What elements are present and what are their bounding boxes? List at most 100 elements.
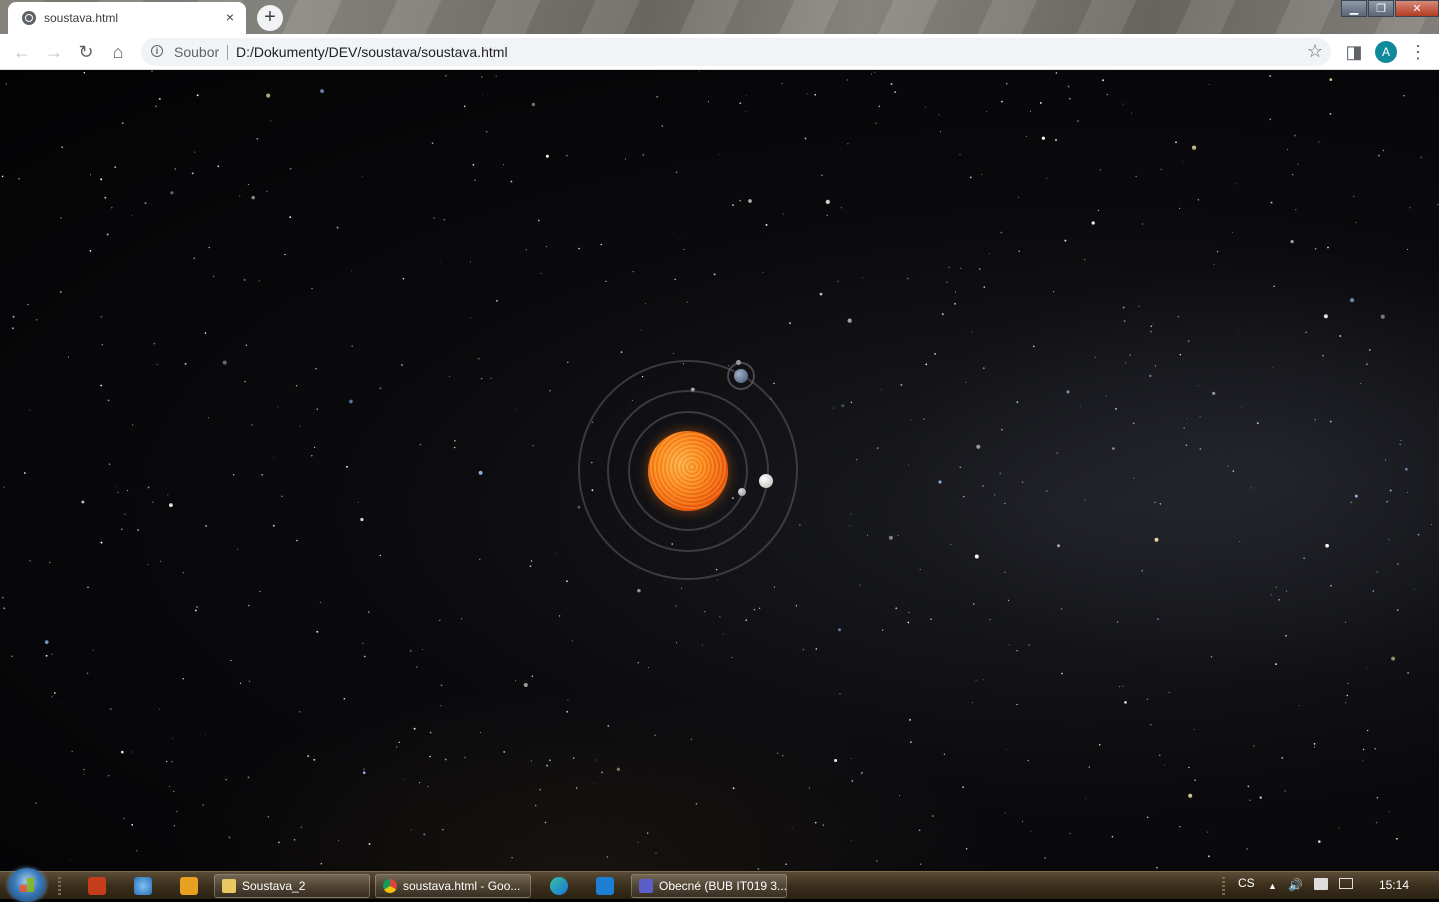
star	[278, 841, 280, 844]
star	[205, 734, 206, 735]
star	[1246, 848, 1249, 850]
info-icon[interactable]: i	[151, 45, 163, 57]
star	[545, 154, 549, 158]
star	[981, 173, 983, 175]
star	[1179, 207, 1181, 209]
star	[732, 204, 734, 207]
taskbar-button-folder[interactable]: Soustava_2	[214, 874, 370, 898]
star	[137, 529, 140, 531]
bookmark-star-icon[interactable]: ☆	[1307, 41, 1323, 62]
forward-arrow-icon[interactable]: →	[42, 40, 66, 64]
action-center-flag-icon[interactable]	[1314, 878, 1328, 890]
network-icon[interactable]	[1339, 878, 1353, 889]
star	[624, 158, 626, 160]
star	[289, 167, 292, 170]
language-indicator[interactable]: CS	[1238, 876, 1255, 890]
star	[1362, 760, 1364, 762]
taskbar-button-teams[interactable]: Obecné (BUB IT019 3...	[631, 874, 787, 898]
side-panel-icon[interactable]: ◨	[1342, 40, 1366, 64]
star	[83, 773, 85, 775]
star	[1354, 494, 1358, 498]
minimize-button[interactable]: ▁	[1341, 0, 1367, 17]
star	[1431, 523, 1433, 525]
star	[1000, 231, 1003, 234]
star	[954, 291, 957, 293]
teams-icon	[639, 879, 653, 893]
star	[1026, 135, 1028, 137]
star	[825, 199, 830, 205]
star	[781, 82, 783, 85]
star	[1409, 207, 1411, 209]
star	[1007, 599, 1010, 602]
media-player-icon[interactable]	[180, 877, 198, 895]
menu-kebab-icon[interactable]: ⋮	[1406, 40, 1430, 64]
star	[121, 122, 124, 124]
star	[256, 137, 259, 140]
star	[239, 195, 241, 197]
scheme-label: Soubor	[174, 44, 220, 60]
star	[1313, 743, 1316, 745]
star	[1067, 85, 1070, 88]
star	[1375, 821, 1378, 824]
star	[534, 804, 537, 807]
close-window-button[interactable]: ✕	[1395, 0, 1439, 17]
start-button[interactable]	[8, 868, 46, 902]
show-hidden-icons-icon[interactable]: ▲	[1268, 881, 1277, 891]
star	[655, 852, 657, 854]
star	[637, 588, 641, 593]
address-bar[interactable]: i Soubor D:/Dokumenty/DEV/soustava/soust…	[141, 38, 1331, 66]
star	[1314, 248, 1317, 250]
star	[172, 738, 174, 740]
star	[281, 495, 283, 498]
star	[1269, 75, 1272, 77]
home-icon[interactable]: ⌂	[106, 40, 130, 64]
star	[3, 486, 5, 488]
star	[745, 619, 748, 622]
star	[1345, 702, 1347, 704]
internet-explorer-icon[interactable]	[134, 877, 152, 895]
star	[1270, 594, 1272, 596]
star	[429, 755, 431, 758]
vscode-icon[interactable]	[596, 877, 614, 895]
tab-soustava[interactable]: soustava.html ×	[8, 2, 246, 34]
url-text[interactable]: D:/Dokumenty/DEV/soustava/soustava.html	[236, 44, 508, 60]
restore-button[interactable]: ❐	[1368, 0, 1394, 17]
star	[126, 489, 129, 492]
taskbar-button-chrome[interactable]: soustava.html - Goo...	[375, 874, 531, 898]
star	[640, 329, 642, 331]
profile-avatar[interactable]: A	[1375, 41, 1397, 63]
star	[351, 270, 353, 272]
star	[731, 657, 733, 659]
star	[686, 301, 688, 303]
star	[918, 829, 921, 832]
star	[1407, 672, 1410, 674]
star	[539, 788, 542, 791]
new-tab-button[interactable]: +	[257, 5, 283, 31]
star	[1045, 177, 1048, 180]
tab-close-icon[interactable]: ×	[222, 9, 238, 25]
star	[826, 214, 828, 216]
star	[416, 666, 418, 668]
volume-icon[interactable]: 🔊	[1288, 878, 1303, 892]
star	[1210, 655, 1213, 658]
star	[1112, 447, 1115, 450]
star	[1216, 250, 1219, 253]
edge-icon[interactable]	[550, 877, 568, 895]
star	[722, 633, 724, 635]
star	[999, 472, 1002, 475]
star	[248, 604, 250, 607]
star	[496, 299, 498, 302]
star	[616, 767, 621, 772]
star	[1188, 766, 1190, 769]
star	[871, 73, 872, 75]
star	[1041, 136, 1045, 140]
star	[480, 732, 481, 734]
star	[320, 862, 323, 865]
star	[1154, 537, 1159, 542]
back-arrow-icon[interactable]: ←	[10, 40, 34, 64]
star	[444, 758, 447, 761]
clock-time[interactable]: 15:14	[1379, 878, 1409, 892]
powerpoint-icon[interactable]	[88, 877, 106, 895]
reload-icon[interactable]: ↻	[74, 40, 98, 64]
star	[69, 859, 71, 861]
